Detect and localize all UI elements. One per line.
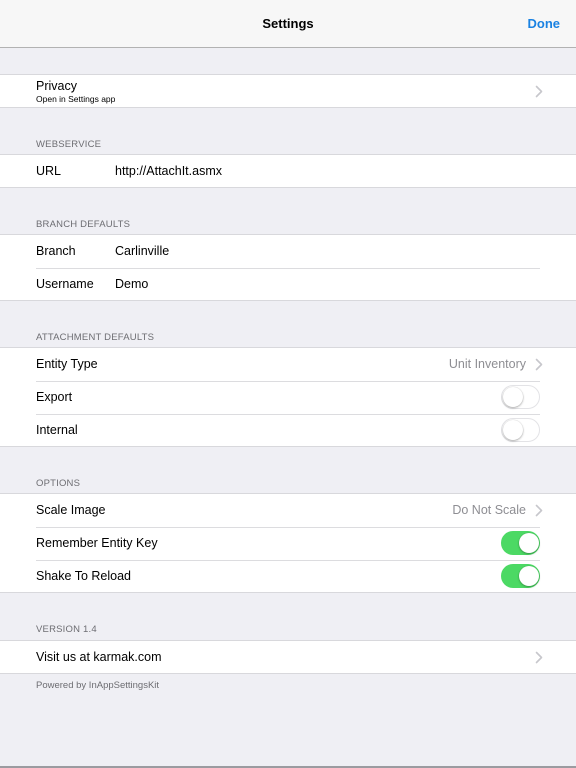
options-group: Scale Image Do Not Scale Remember Entity… [0, 493, 576, 593]
remember-entity-key-label: Remember Entity Key [36, 536, 158, 550]
toggle-knob [502, 419, 523, 440]
page-title: Settings [262, 16, 314, 31]
privacy-label: Privacy [36, 79, 77, 93]
internal-row: Internal [0, 414, 576, 447]
scale-image-value: Do Not Scale [452, 503, 526, 517]
entity-type-label: Entity Type [36, 357, 98, 371]
export-row: Export [0, 381, 576, 414]
branch-defaults-group: Branch Carlinville Username Demo [0, 234, 576, 301]
scale-image-label: Scale Image [36, 503, 106, 517]
entity-type-value: Unit Inventory [448, 357, 526, 371]
chevron-right-icon [535, 651, 543, 664]
visit-website-row[interactable]: Visit us at karmak.com [0, 641, 576, 674]
powered-by-footer: Powered by InAppSettingsKit [36, 680, 160, 691]
attachment-defaults-group: Entity Type Unit Inventory Export Intern… [0, 347, 576, 447]
remember-entity-key-toggle[interactable] [501, 531, 540, 555]
privacy-group: Privacy Open in Settings app [0, 74, 576, 108]
username-field[interactable]: Demo [115, 268, 148, 301]
chevron-right-icon [535, 85, 543, 98]
navigation-bar: Settings Done [0, 0, 576, 48]
section-header-branch-defaults: BRANCH DEFAULTS [36, 219, 131, 230]
internal-label: Internal [36, 423, 78, 437]
shake-to-reload-row: Shake To Reload [0, 560, 576, 593]
internal-toggle[interactable] [501, 418, 540, 442]
scale-image-row[interactable]: Scale Image Do Not Scale [0, 494, 576, 527]
shake-to-reload-label: Shake To Reload [36, 569, 131, 583]
toggle-knob [518, 532, 539, 553]
toggle-knob [502, 386, 523, 407]
url-label: URL [36, 164, 62, 178]
branch-field[interactable]: Carlinville [115, 235, 169, 268]
export-label: Export [36, 390, 73, 404]
entity-type-row[interactable]: Entity Type Unit Inventory [0, 348, 576, 381]
section-header-options: OPTIONS [36, 478, 81, 489]
section-header-attachment-defaults: ATTACHMENT DEFAULTS [36, 332, 155, 343]
branch-row[interactable]: Branch Carlinville [0, 235, 576, 268]
privacy-subtitle: Open in Settings app [36, 94, 116, 104]
shake-to-reload-toggle[interactable] [501, 564, 540, 588]
privacy-row[interactable]: Privacy Open in Settings app [0, 75, 576, 108]
username-row[interactable]: Username Demo [0, 268, 576, 301]
chevron-right-icon [535, 504, 543, 517]
toggle-knob [518, 565, 539, 586]
url-field[interactable]: http://AttachIt.asmx [115, 155, 222, 188]
username-label: Username [36, 277, 94, 291]
export-toggle[interactable] [501, 385, 540, 409]
branch-label: Branch [36, 244, 76, 258]
version-group: Visit us at karmak.com [0, 640, 576, 674]
remember-entity-key-row: Remember Entity Key [0, 527, 576, 560]
webservice-group: URL http://AttachIt.asmx [0, 154, 576, 188]
section-header-webservice: WEBSERVICE [36, 139, 102, 150]
chevron-right-icon [535, 358, 543, 371]
done-button[interactable]: Done [528, 0, 561, 56]
section-header-version: VERSION 1.4 [36, 624, 97, 635]
url-row[interactable]: URL http://AttachIt.asmx [0, 155, 576, 188]
visit-website-link[interactable]: Visit us at karmak.com [36, 641, 162, 674]
